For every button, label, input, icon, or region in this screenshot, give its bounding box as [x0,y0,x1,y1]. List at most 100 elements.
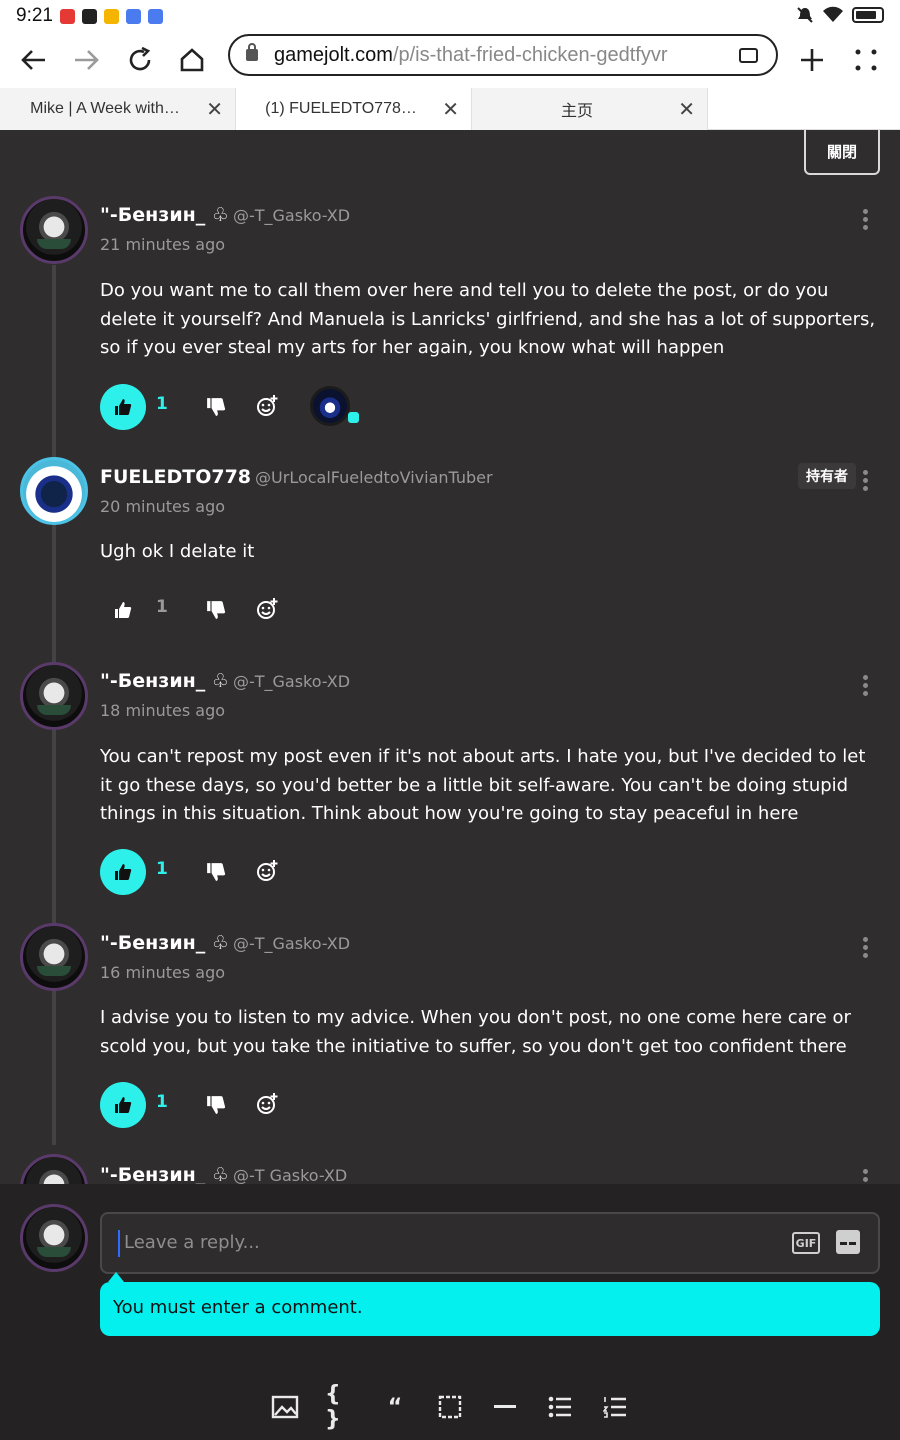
comment-actions: 1 [100,587,500,633]
avatar[interactable] [20,196,88,264]
home-icon[interactable] [170,38,214,82]
author-name[interactable]: FUELEDTO778 [100,466,251,488]
status-bar: 9:21 [0,0,900,34]
baidu-icon [126,9,141,24]
comment-text: Ugh ok I delate it [100,541,255,562]
reply-panel: Leave a reply... GIF You must enter a co… [0,1184,900,1440]
tab-1[interactable]: Mike | A Week with… ✕ [0,88,236,130]
thumbs-up-icon [115,864,132,880]
thumbs-down-icon[interactable] [206,862,226,882]
baidu-icon-2 [148,9,163,24]
tab-strip: Mike | A Week with… ✕ (1) FUELEDTO778… ✕… [0,88,900,130]
clover-icon: ♧ [211,670,229,692]
tab-2[interactable]: (1) FUELEDTO778… ✕ [236,88,472,130]
back-icon[interactable] [12,38,56,82]
close-tab-icon[interactable]: ✕ [206,97,223,121]
add-reaction-icon[interactable] [256,395,278,417]
like-count: 1 [156,597,168,617]
add-reaction-icon[interactable] [256,1093,278,1115]
new-tab-icon[interactable] [790,38,834,82]
comment-actions: 1 [100,384,500,430]
add-reaction-icon[interactable] [256,598,278,620]
tab-3[interactable]: 主页 ✕ [472,88,708,130]
lock-icon [246,43,258,61]
author-handle[interactable]: @-T_Gasko-XD [233,672,350,691]
more-options-icon[interactable] [862,209,870,231]
like-button[interactable] [100,587,146,633]
thumbs-down-icon[interactable] [206,397,226,417]
comment-text: Do you want me to call them over here an… [100,280,876,358]
clover-icon: ♧ [211,932,229,954]
spoiler-icon[interactable] [435,1392,465,1422]
clover-icon: ♧ [211,1164,229,1186]
comment-author[interactable]: "-Бензин_ ♧ @-T_Gasko-XD [100,670,350,692]
author-name[interactable]: "-Бензин_ [100,932,205,954]
tab-label: 主页 [560,103,593,120]
comment-time: 21 minutes ago [100,235,226,254]
qq-icon [82,9,97,24]
like-button[interactable] [100,384,146,430]
code-block-icon[interactable]: { } [325,1382,355,1432]
close-tab-icon[interactable]: ✕ [678,97,695,121]
image-icon[interactable] [270,1392,300,1422]
avatar[interactable] [20,923,88,991]
comment-author[interactable]: "-Бензин_ ♧ @-T_Gasko-XD [100,932,350,954]
mute-icon [797,7,813,23]
close-button[interactable]: 關閉 [804,129,880,175]
system-icons [796,6,884,24]
clover-icon: ♧ [211,204,229,226]
thumbs-down-icon[interactable] [206,600,226,620]
author-name[interactable]: "-Бензин_ [100,670,205,692]
numbered-list-icon[interactable] [600,1392,630,1422]
address-bar[interactable]: gamejolt.com/p/is-that-fried-chicken-ged… [228,34,778,76]
thumbs-down-icon[interactable] [206,1095,226,1115]
reply-placeholder: Leave a reply... [124,1232,260,1253]
forward-icon[interactable] [64,38,108,82]
desktop-mode-icon[interactable] [739,48,758,63]
author-handle[interactable]: @-T Gasko-XD [233,1166,347,1185]
horizontal-rule-icon[interactable] [490,1392,520,1422]
author-name[interactable]: "-Бензин_ [100,1164,205,1186]
comment-author[interactable]: "-Бензин_ ♧ @-T_Gasko-XD [100,204,350,226]
tab-label: (1) FUELEDTO778… [265,100,417,117]
close-tab-icon[interactable]: ✕ [442,97,459,121]
like-button[interactable] [100,849,146,895]
menu-grid-icon[interactable] [844,38,888,82]
author-handle[interactable]: @UrLocalFueledtoVivianTuber [255,468,493,487]
sticker-icon[interactable] [836,1230,860,1254]
avatar[interactable] [20,457,88,525]
reaction-avatar[interactable] [310,386,350,426]
comment-author[interactable]: FUELEDTO778 @UrLocalFueledtoVivianTuber [100,466,493,488]
comment-actions: 1 [100,1082,500,1128]
like-button[interactable] [100,1082,146,1128]
comment-actions: 1 [100,849,500,895]
comment-time: 16 minutes ago [100,963,226,982]
comment-author[interactable]: "-Бензин_ ♧ @-T Gasko-XD [100,1164,347,1186]
author-name[interactable]: "-Бензин_ [100,204,205,226]
more-options-icon[interactable] [862,470,870,492]
reload-icon[interactable] [118,38,162,82]
blockquote-icon[interactable]: “ [380,1392,410,1422]
thumbs-up-icon [115,399,132,415]
validation-tooltip: You must enter a comment. [100,1282,880,1336]
author-handle[interactable]: @-T_Gasko-XD [233,206,350,225]
more-options-icon[interactable] [862,675,870,697]
author-handle[interactable]: @-T_Gasko-XD [233,934,350,953]
add-reaction-icon[interactable] [256,860,278,882]
tooltip-arrow [108,1272,124,1282]
like-count: 1 [156,394,168,414]
text-caret [118,1230,120,1257]
comment-text: You can't repost my post even if it's no… [100,746,866,824]
reaction-badge-icon [348,412,359,423]
thumbs-up-icon [115,1097,132,1113]
bulleted-list-icon[interactable] [545,1392,575,1422]
app-notification-icon [60,9,75,24]
my-avatar[interactable] [20,1204,88,1272]
browser-toolbar: gamejolt.com/p/is-that-fried-chicken-ged… [0,34,900,88]
comment-time: 18 minutes ago [100,701,226,720]
thumbs-up-icon [115,602,132,618]
avatar[interactable] [20,662,88,730]
reply-input[interactable]: Leave a reply... GIF [100,1212,880,1274]
more-options-icon[interactable] [862,937,870,959]
gif-button[interactable]: GIF [792,1232,820,1254]
